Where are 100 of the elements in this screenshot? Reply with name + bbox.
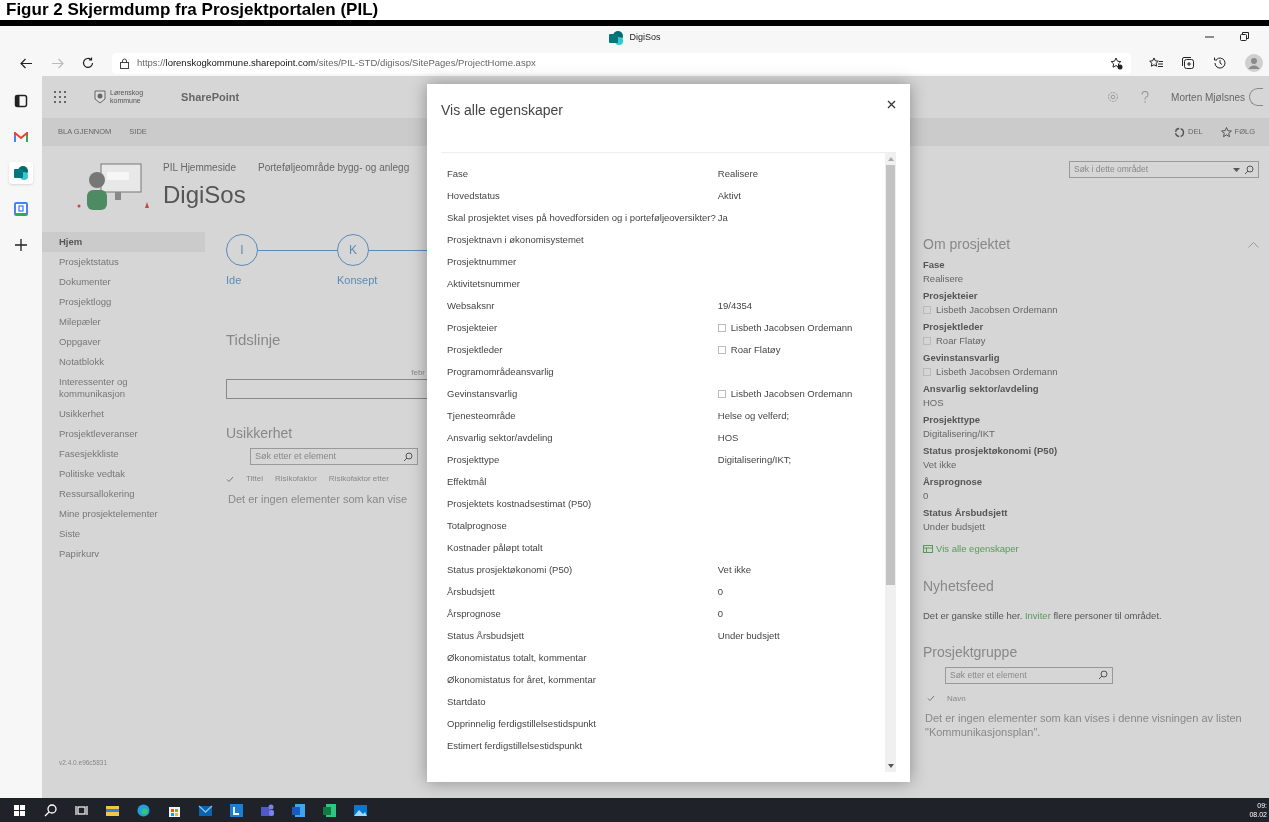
property-label: Fase <box>447 166 470 181</box>
property-label: Prosjektnummer <box>447 254 518 269</box>
history-icon[interactable] <box>1213 56 1227 70</box>
windows-icon[interactable] <box>12 802 27 818</box>
site-search-field[interactable]: Søk i dette området <box>1069 161 1259 178</box>
picture-icon[interactable] <box>353 802 368 818</box>
property-value: Roar Flatøy <box>936 334 986 348</box>
property-label: Status prosjektøkonomi (P50) <box>923 444 1059 458</box>
property-label: Startdato <box>447 694 487 709</box>
search-field[interactable]: Søk etter et element <box>945 666 1113 684</box>
breadcrumb-link[interactable]: Porteføljeområde bygg- og anlegg <box>258 160 410 175</box>
property-value: Lisbeth Jacobsen Ordemann <box>936 303 1058 317</box>
property-label: Tjenesteområde <box>447 408 517 423</box>
spreadsheet-icon[interactable] <box>322 802 337 818</box>
property-label: Ansvarlig sektor/avdeling <box>447 430 554 445</box>
nav-item[interactable]: Notatblokk <box>42 352 205 372</box>
column-header[interactable]: Risikofaktor <box>275 473 317 485</box>
property-value: Ja <box>717 210 729 225</box>
column-header[interactable]: Navn <box>947 692 966 705</box>
property-value: HOS <box>923 396 945 410</box>
restore-icon[interactable] <box>1240 32 1249 41</box>
close-icon[interactable] <box>887 100 896 109</box>
presence-square-icon <box>717 390 726 398</box>
add-icon[interactable] <box>15 239 27 251</box>
nav-item[interactable]: Usikkerhet <box>42 404 205 424</box>
property-label: Opprinnelig ferdigstillelsestidspunkt <box>447 716 597 731</box>
property-label: Kostnader påløpt totalt <box>447 540 544 555</box>
mail-icon[interactable] <box>14 131 28 143</box>
nav-item[interactable]: Dokumenter <box>42 272 205 292</box>
add-favorite-icon[interactable] <box>1110 56 1123 70</box>
scroll-down-icon[interactable] <box>887 764 894 768</box>
nav-item[interactable]: Prosjektleveranser <box>42 424 205 444</box>
section-title: Nyhetsfeed <box>923 577 995 597</box>
search-field[interactable]: Søk etter et element <box>250 448 418 465</box>
browser-icon[interactable] <box>136 802 151 818</box>
profile-avatar-icon[interactable] <box>1245 54 1263 72</box>
property-value: HOS <box>717 430 740 445</box>
column-header[interactable]: Risikofaktor etter <box>328 473 389 485</box>
nav-item[interactable]: Milepæler <box>42 312 205 332</box>
sharepoint-logo-icon[interactable] <box>608 30 625 46</box>
scrollbar[interactable] <box>885 153 896 772</box>
user-name[interactable]: Morten Mjølsnes <box>1171 89 1245 105</box>
nav-item[interactable]: Papirkurv <box>42 544 205 564</box>
nav-item[interactable]: Mine prosjektelementer <box>42 504 205 524</box>
property-value: Lisbeth Jacobsen Ordemann <box>730 386 853 401</box>
checkmark-icon[interactable] <box>226 475 234 483</box>
property-label: Fase <box>923 258 946 272</box>
property-label: Skal prosjektet vises på hovedforsiden og i porteføljeoversikter? <box>447 210 716 225</box>
app-launcher-icon[interactable] <box>54 91 66 103</box>
document-icon[interactable] <box>291 802 306 818</box>
nav-item[interactable]: Prosjektlogg <box>42 292 205 312</box>
show-all-properties-link[interactable]: Vis alle egenskaper <box>936 542 1019 557</box>
empty-list-message: Det er ingen elementer som kan vise <box>228 492 409 507</box>
property-label: Prosjekttype <box>447 452 501 467</box>
news-empty-message: Det er ganske stille her. Inviter flere personer til området. <box>923 609 1163 624</box>
property-label: Årsbudsjett <box>447 584 496 599</box>
property-label: Ansvarlig sektor/avdeling <box>923 382 1040 396</box>
property-label: Prosjektets kostnadsestimat (P50) <box>447 496 593 511</box>
presence-square-icon <box>717 346 726 354</box>
property-label: Websaksnr <box>447 298 496 313</box>
property-value: Digitalisering/IKT <box>923 427 996 441</box>
property-label: Status prosjektøkonomi (P50) <box>447 562 574 577</box>
nav-item[interactable]: Politiske vedtak <box>42 464 205 484</box>
property-value: Vet ikke <box>717 562 753 577</box>
presence-square-icon <box>923 306 931 314</box>
property-label: Gevinstansvarlig <box>447 386 519 401</box>
address-field[interactable]: https://lorenskogkommune.sharepoint.com/sites/PIL-STD/digisos/SitePages/ProjectHome.aspx <box>112 52 1131 74</box>
shield-logo-icon <box>94 90 106 104</box>
property-value: Realisere <box>923 272 965 286</box>
reload-icon[interactable] <box>82 57 94 69</box>
presence-square-icon <box>717 324 726 332</box>
tabs-icon[interactable] <box>14 94 28 108</box>
breadcrumb-link[interactable]: PIL Hjemmeside <box>163 160 236 175</box>
nav-item[interactable]: Fasesjekkliste <box>42 444 205 464</box>
app-name[interactable]: SharePoint <box>181 88 240 106</box>
back-arrow-icon[interactable] <box>20 57 33 69</box>
calendar-icon[interactable] <box>14 202 28 216</box>
section-title: Prosjektgruppe <box>923 642 1019 662</box>
property-label: Økonomistatus for året, kommentar <box>447 672 597 687</box>
site-title: DigiSos <box>163 181 247 209</box>
dropdown-caret-icon[interactable] <box>1233 167 1240 172</box>
nav-item[interactable]: Hjem <box>42 232 205 252</box>
app-tile-icon[interactable] <box>229 802 244 818</box>
nav-item[interactable]: Ressursallokering <box>42 484 205 504</box>
share-icon <box>1174 126 1185 138</box>
invite-link[interactable]: Inviter <box>1024 610 1051 622</box>
favorites-icon[interactable] <box>1149 56 1163 70</box>
column-header[interactable]: Tittel <box>246 473 264 485</box>
checkmark-icon[interactable] <box>927 695 935 702</box>
nav-item[interactable]: Oppgaver <box>42 332 205 352</box>
search-icon[interactable] <box>43 802 58 818</box>
nav-item[interactable]: Siste <box>42 524 205 544</box>
property-label: Prosjektleder <box>923 320 985 334</box>
property-label: Årsprognose <box>923 475 984 489</box>
nav-item[interactable]: Prosjektstatus <box>42 252 205 272</box>
nav-item[interactable]: Interessenter og kommunikasjon <box>42 372 205 404</box>
figure-caption: Figur 2 Skjermdump fra Prosjektportalen (PIL) <box>5 0 380 20</box>
property-value: 0 <box>717 584 725 599</box>
collections-icon[interactable] <box>1181 56 1195 70</box>
people-icon[interactable] <box>260 802 275 818</box>
